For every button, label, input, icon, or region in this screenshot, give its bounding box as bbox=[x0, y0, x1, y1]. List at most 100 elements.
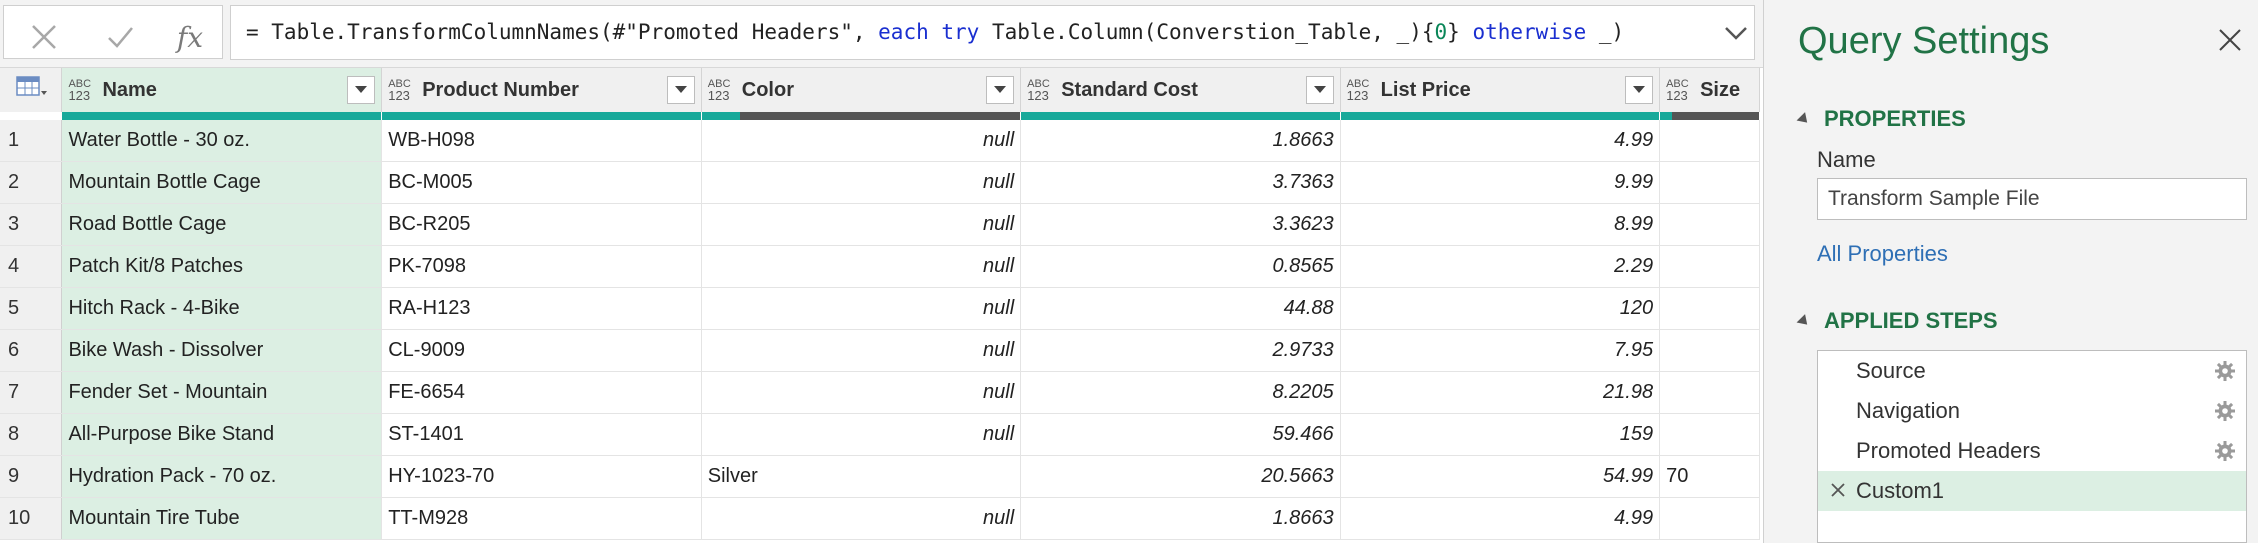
column-header-name[interactable]: ABC 123 Name bbox=[61, 68, 383, 120]
fx-icon[interactable]: fx bbox=[160, 6, 220, 68]
table-cell[interactable] bbox=[1659, 329, 1760, 372]
table-cell[interactable]: 59.466 bbox=[1020, 413, 1341, 456]
table-cell[interactable]: 44.88 bbox=[1020, 287, 1341, 330]
table-cell[interactable]: null bbox=[701, 329, 1022, 372]
table-cell[interactable]: 70 bbox=[1659, 455, 1760, 498]
table-cell[interactable]: Hydration Pack - 70 oz. bbox=[61, 455, 383, 498]
row-number[interactable]: 7 bbox=[0, 371, 63, 414]
table-cell[interactable]: Mountain Bottle Cage bbox=[61, 161, 383, 204]
table-cell[interactable]: CL-9009 bbox=[381, 329, 702, 372]
filter-dropdown-icon[interactable] bbox=[347, 76, 376, 104]
table-cell[interactable]: 159 bbox=[1340, 413, 1661, 456]
table-cell[interactable]: null bbox=[701, 287, 1022, 330]
table-cell[interactable]: PK-7098 bbox=[381, 245, 702, 288]
table-menu-corner[interactable] bbox=[0, 68, 63, 112]
table-cell[interactable]: 8.2205 bbox=[1020, 371, 1341, 414]
all-properties-link[interactable]: All Properties bbox=[1817, 241, 1948, 267]
table-cell[interactable]: All-Purpose Bike Stand bbox=[61, 413, 383, 456]
filter-dropdown-icon[interactable] bbox=[986, 76, 1015, 104]
row-number[interactable]: 5 bbox=[0, 287, 63, 330]
type-any-icon[interactable]: ABC 123 bbox=[388, 79, 418, 103]
table-cell[interactable]: Road Bottle Cage bbox=[61, 203, 383, 246]
table-cell[interactable]: null bbox=[701, 203, 1022, 246]
table-cell[interactable]: 2.29 bbox=[1340, 245, 1661, 288]
table-cell[interactable]: null bbox=[701, 245, 1022, 288]
row-number[interactable]: 9 bbox=[0, 455, 63, 498]
table-cell[interactable]: 1.8663 bbox=[1020, 120, 1341, 162]
type-any-icon[interactable]: ABC 123 bbox=[68, 79, 98, 103]
column-header-list-price[interactable]: ABC 123 List Price bbox=[1340, 68, 1661, 120]
type-any-icon[interactable]: ABC 123 bbox=[708, 79, 738, 103]
column-header-standard-cost[interactable]: ABC 123 Standard Cost bbox=[1020, 68, 1341, 120]
table-cell[interactable]: 120 bbox=[1340, 287, 1661, 330]
table-cell[interactable]: 20.5663 bbox=[1020, 455, 1341, 498]
table-cell[interactable]: 3.3623 bbox=[1020, 203, 1341, 246]
row-number[interactable]: 1 bbox=[0, 120, 63, 162]
table-cell[interactable] bbox=[1659, 413, 1760, 456]
table-cell[interactable] bbox=[1659, 161, 1760, 204]
gear-icon[interactable] bbox=[2214, 360, 2236, 382]
table-cell[interactable] bbox=[1659, 203, 1760, 246]
table-cell[interactable]: null bbox=[701, 161, 1022, 204]
table-cell[interactable]: 0.8565 bbox=[1020, 245, 1341, 288]
gear-icon[interactable] bbox=[2214, 440, 2236, 462]
properties-section-header[interactable]: PROPERTIES bbox=[1796, 106, 1966, 132]
type-any-icon[interactable]: ABC 123 bbox=[1347, 79, 1377, 103]
type-any-icon[interactable]: ABC 123 bbox=[1027, 79, 1057, 103]
table-cell[interactable]: 21.98 bbox=[1340, 371, 1661, 414]
table-icon[interactable] bbox=[15, 75, 47, 105]
table-cell[interactable]: null bbox=[701, 413, 1022, 456]
table-cell[interactable]: BC-M005 bbox=[381, 161, 702, 204]
close-icon[interactable] bbox=[2216, 26, 2244, 54]
table-cell[interactable]: 8.99 bbox=[1340, 203, 1661, 246]
row-number[interactable]: 3 bbox=[0, 203, 63, 246]
table-cell[interactable]: 7.95 bbox=[1340, 329, 1661, 372]
table-cell[interactable]: 3.7363 bbox=[1020, 161, 1341, 204]
table-cell[interactable]: HY-1023-70 bbox=[381, 455, 702, 498]
table-cell[interactable]: null bbox=[701, 371, 1022, 414]
column-header-size[interactable]: ABC 123 Size bbox=[1659, 68, 1760, 120]
table-cell[interactable]: Silver bbox=[701, 455, 1022, 498]
applied-step-navigation[interactable]: Navigation bbox=[1818, 391, 2246, 431]
table-cell[interactable]: 1.8663 bbox=[1020, 497, 1341, 540]
table-cell[interactable]: Hitch Rack - 4-Bike bbox=[61, 287, 383, 330]
row-number[interactable]: 6 bbox=[0, 329, 63, 372]
filter-dropdown-icon[interactable] bbox=[666, 76, 695, 104]
row-number[interactable]: 2 bbox=[0, 161, 63, 204]
query-name-input[interactable] bbox=[1817, 178, 2247, 220]
table-cell[interactable]: FE-6654 bbox=[381, 371, 702, 414]
table-cell[interactable]: RA-H123 bbox=[381, 287, 702, 330]
row-number[interactable]: 8 bbox=[0, 413, 63, 456]
table-cell[interactable] bbox=[1659, 120, 1760, 162]
column-header-color[interactable]: ABC 123 Color bbox=[701, 68, 1022, 120]
table-cell[interactable]: Patch Kit/8 Patches bbox=[61, 245, 383, 288]
table-cell[interactable]: Water Bottle - 30 oz. bbox=[61, 120, 383, 162]
table-cell[interactable]: Mountain Tire Tube bbox=[61, 497, 383, 540]
table-cell[interactable]: null bbox=[701, 120, 1022, 162]
applied-steps-section-header[interactable]: APPLIED STEPS bbox=[1796, 308, 1998, 334]
table-cell[interactable]: 9.99 bbox=[1340, 161, 1661, 204]
x-icon[interactable] bbox=[14, 6, 74, 68]
formula-input[interactable]: = Table.TransformColumnNames(#"Promoted … bbox=[230, 5, 1755, 60]
table-cell[interactable]: null bbox=[701, 497, 1022, 540]
applied-step-custom1[interactable]: Custom1 bbox=[1818, 471, 2246, 511]
table-cell[interactable]: ST-1401 bbox=[381, 413, 702, 456]
table-cell[interactable] bbox=[1659, 371, 1760, 414]
type-any-icon[interactable]: ABC 123 bbox=[1666, 79, 1696, 103]
table-cell[interactable]: Fender Set - Mountain bbox=[61, 371, 383, 414]
table-cell[interactable]: 2.9733 bbox=[1020, 329, 1341, 372]
filter-dropdown-icon[interactable] bbox=[1305, 76, 1334, 104]
table-cell[interactable]: TT-M928 bbox=[381, 497, 702, 540]
gear-icon[interactable] bbox=[2214, 400, 2236, 422]
table-cell[interactable] bbox=[1659, 245, 1760, 288]
delete-step-icon[interactable] bbox=[1828, 480, 1848, 500]
row-number[interactable]: 4 bbox=[0, 245, 63, 288]
row-number[interactable]: 10 bbox=[0, 497, 63, 540]
filter-dropdown-icon[interactable] bbox=[1625, 76, 1654, 104]
table-cell[interactable] bbox=[1659, 287, 1760, 330]
table-cell[interactable]: BC-R205 bbox=[381, 203, 702, 246]
table-cell[interactable]: 4.99 bbox=[1340, 120, 1661, 162]
table-cell[interactable]: Bike Wash - Dissolver bbox=[61, 329, 383, 372]
table-cell[interactable]: 54.99 bbox=[1340, 455, 1661, 498]
table-cell[interactable]: WB-H098 bbox=[381, 120, 702, 162]
